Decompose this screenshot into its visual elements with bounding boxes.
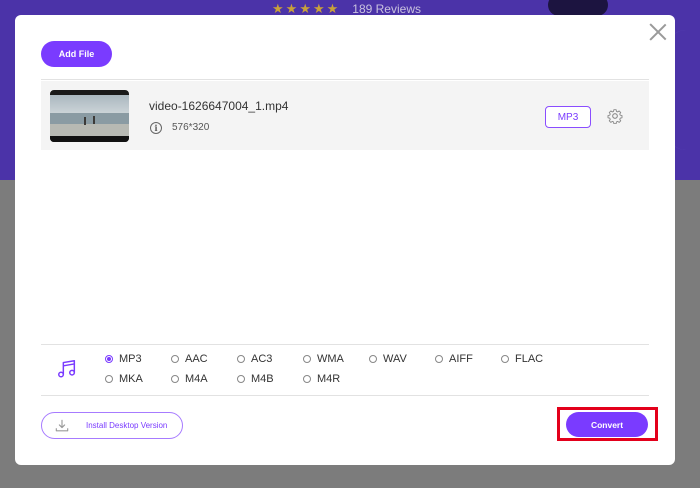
radio-button[interactable] (369, 355, 377, 363)
file-resolution: 576*320 (172, 122, 210, 133)
install-desktop-label: Install Desktop Version (86, 421, 168, 430)
format-option-m4b[interactable]: M4B (237, 372, 274, 386)
radio-button[interactable] (435, 355, 443, 363)
star-icon: ★ (272, 1, 284, 16)
divider (41, 79, 649, 80)
format-option-aac[interactable]: AAC (171, 352, 208, 366)
radio-button[interactable] (105, 355, 113, 363)
reviews-count: 189 Reviews (352, 2, 421, 16)
format-option-m4r[interactable]: M4R (303, 372, 340, 386)
format-option-aiff[interactable]: AIFF (435, 352, 473, 366)
format-option-flac[interactable]: FLAC (501, 352, 543, 366)
format-option-wma[interactable]: WMA (303, 352, 344, 366)
file-name: video-1626647004_1.mp4 (149, 99, 289, 113)
convert-button[interactable]: Convert (566, 412, 648, 437)
divider (41, 395, 649, 396)
radio-button[interactable] (237, 355, 245, 363)
format-option-m4a[interactable]: M4A (171, 372, 208, 386)
star-icon: ★ (312, 1, 325, 16)
background-decoration (548, 0, 608, 16)
star-icon: ★ (326, 1, 339, 16)
file-list-item: video-1626647004_1.mp4 i 576*320 MP3 (41, 81, 649, 150)
radio-button[interactable] (171, 375, 179, 383)
info-icon[interactable]: i (150, 122, 162, 134)
audio-format-options: MP3 AAC AC3 WMA WAV AIFF FLAC MKA M4A M4… (105, 350, 605, 392)
radio-button[interactable] (303, 375, 311, 383)
radio-button[interactable] (501, 355, 509, 363)
radio-button[interactable] (171, 355, 179, 363)
converter-dialog: Add File video-1626647004_1.mp4 i 576*32… (15, 15, 675, 465)
star-icon: ★ (285, 1, 298, 16)
music-note-icon (58, 360, 76, 378)
video-thumbnail (50, 90, 129, 142)
divider (41, 344, 649, 345)
radio-button[interactable] (237, 375, 245, 383)
close-icon[interactable] (649, 23, 667, 41)
output-format-selector[interactable]: MP3 (545, 106, 591, 128)
install-desktop-button[interactable]: Install Desktop Version (41, 412, 183, 439)
add-file-button[interactable]: Add File (41, 41, 112, 67)
format-option-mp3[interactable]: MP3 (105, 352, 142, 366)
download-icon (55, 419, 69, 431)
format-option-mka[interactable]: MKA (105, 372, 143, 386)
radio-button[interactable] (105, 375, 113, 383)
star-icon: ★ (299, 1, 311, 16)
radio-button[interactable] (303, 355, 311, 363)
format-option-wav[interactable]: WAV (369, 352, 407, 366)
gear-icon[interactable] (607, 108, 623, 124)
format-option-ac3[interactable]: AC3 (237, 352, 272, 366)
